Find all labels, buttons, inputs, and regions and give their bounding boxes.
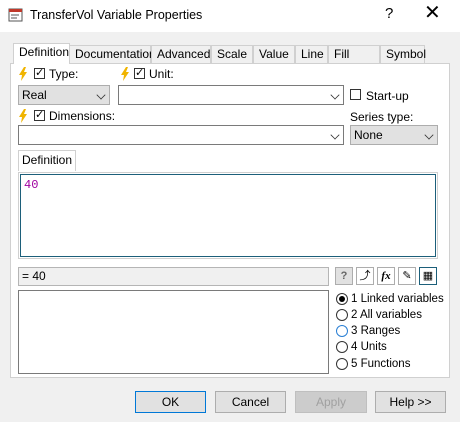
help-icon[interactable]: ? (335, 267, 353, 285)
chevron-down-icon (424, 130, 434, 140)
variables-list[interactable] (18, 290, 329, 374)
radio-linked-variables-label: 1 Linked variables (351, 293, 444, 305)
radio-ranges[interactable] (336, 325, 348, 337)
lightning-icon (19, 67, 27, 81)
radio-units-label: 4 Units (351, 341, 387, 353)
function-icon[interactable]: fx (377, 267, 395, 285)
radio-linked-variables[interactable] (336, 293, 348, 305)
series-type-select[interactable]: None (350, 125, 438, 145)
startup-checkbox[interactable] (350, 89, 361, 100)
tab-advanced[interactable]: Advanced (151, 45, 211, 63)
radio-ranges-label: 3 Ranges (351, 325, 401, 337)
pencil-icon[interactable]: ✎ (398, 267, 416, 285)
dimensions-combo[interactable] (18, 125, 344, 145)
graph-icon[interactable]: ⤴ (356, 267, 374, 285)
tab-scale[interactable]: Scale (211, 45, 253, 63)
dimensions-label: Dimensions: (49, 109, 116, 123)
tab-value[interactable]: Value (253, 45, 295, 63)
result-display: = 40 (18, 267, 329, 286)
close-button[interactable]: ✕ (424, 3, 441, 23)
startup-label: Start-up (366, 89, 409, 103)
type-label: Type: (49, 67, 79, 81)
help-button[interactable]: Help >> (375, 391, 446, 413)
dimensions-checkbox[interactable] (34, 108, 45, 121)
grid-icon[interactable]: ▦ (419, 267, 437, 285)
series-type-value: None (354, 128, 383, 142)
chevron-down-icon (96, 90, 106, 100)
tab-definition[interactable]: Definition (13, 43, 70, 64)
tab-line[interactable]: Line (295, 45, 328, 63)
definition-text: 40 (24, 178, 39, 192)
unit-label: Unit: (149, 67, 174, 81)
ok-button[interactable]: OK (135, 391, 206, 413)
tab-symbol[interactable]: Symbol (380, 45, 426, 63)
definition-editor[interactable] (20, 174, 436, 257)
definition-inner-tab[interactable]: Definition (18, 150, 76, 171)
properties-icon (8, 8, 23, 22)
window-title: TransferVol Variable Properties (30, 8, 203, 22)
radio-functions-label: 5 Functions (351, 358, 411, 370)
title-help-button[interactable]: ? (385, 5, 393, 22)
series-type-label: Series type: (350, 110, 414, 124)
chevron-down-icon (330, 90, 340, 100)
tab-documentation[interactable]: Documentation (69, 45, 156, 63)
apply-button[interactable]: Apply (295, 391, 367, 413)
tab-fill[interactable]: Fill (328, 45, 380, 63)
radio-units[interactable] (336, 341, 348, 353)
lightning-icon (121, 67, 129, 81)
radio-all-variables[interactable] (336, 309, 348, 321)
unit-checkbox[interactable] (134, 66, 145, 79)
type-select[interactable]: Real (18, 85, 110, 105)
unit-combo[interactable] (118, 85, 344, 105)
radio-functions[interactable] (336, 358, 348, 370)
radio-all-variables-label: 2 All variables (351, 309, 422, 321)
lightning-icon (19, 109, 27, 123)
chevron-down-icon (330, 130, 340, 140)
type-checkbox[interactable] (34, 66, 45, 79)
type-select-value: Real (22, 88, 47, 102)
cancel-button[interactable]: Cancel (215, 391, 286, 413)
